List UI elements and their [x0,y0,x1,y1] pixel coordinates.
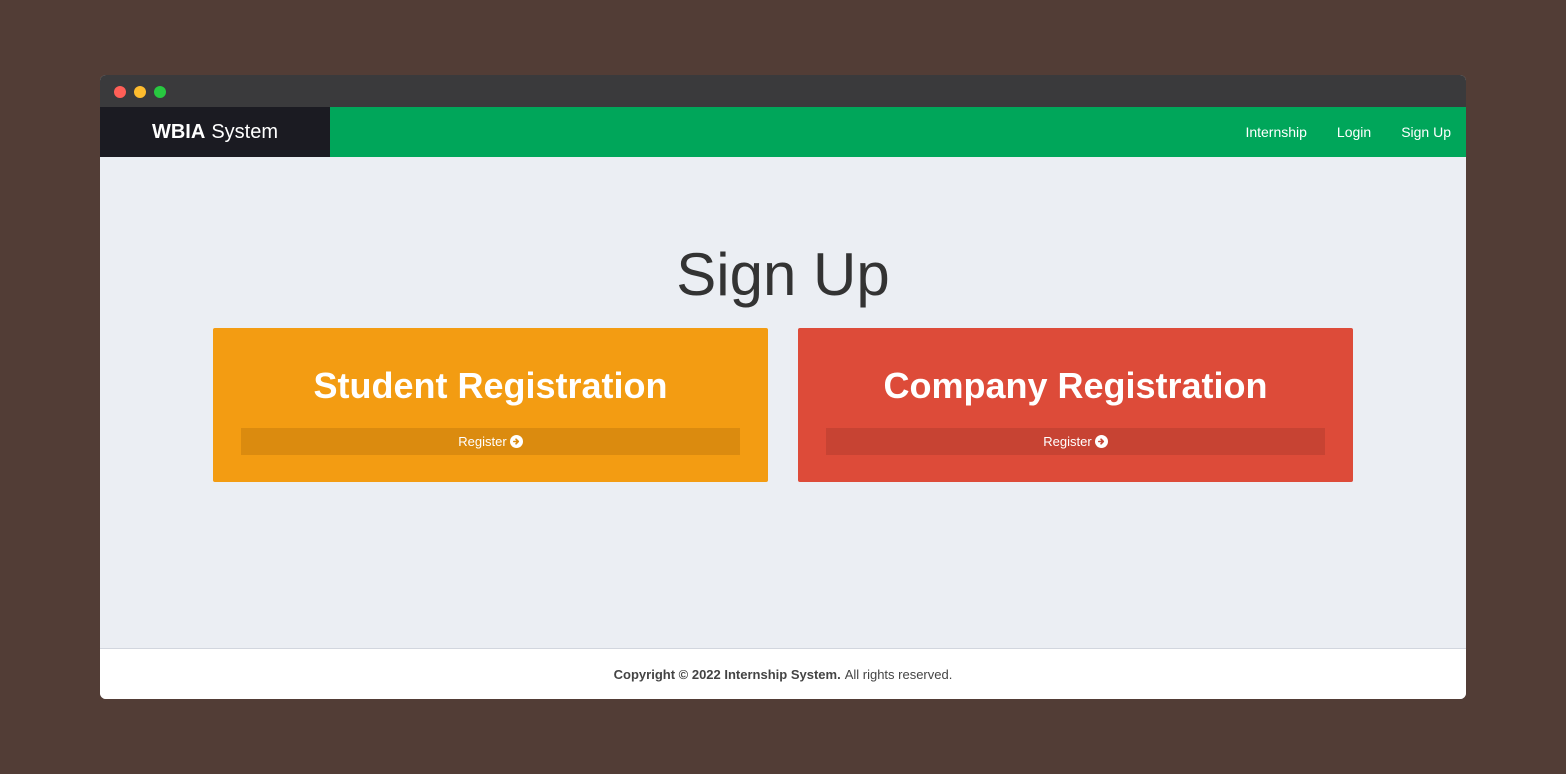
footer-rights: All rights reserved. [844,666,953,682]
arrow-circle-right-icon [509,435,523,448]
company-registration-title: Company Registration [883,365,1268,406]
browser-window: WBIA System Internship Login Sign Up Sig… [100,75,1466,699]
nav-links: Internship Login Sign Up [330,107,1466,157]
company-register-label: Register [1043,434,1092,449]
main-content: Sign Up Student Registration Register Co… [100,157,1466,648]
footer-copyright: Copyright © 2022 Internship System. [613,666,841,682]
nav-link-sign-up[interactable]: Sign Up [1401,124,1451,140]
arrow-circle-right-icon [1094,435,1108,448]
page-footer: Copyright © 2022 Internship System. All … [100,648,1466,699]
student-registration-card: Student Registration Register [213,328,768,482]
page-title: Sign Up [676,241,890,308]
close-window-button[interactable] [114,86,126,98]
company-register-button[interactable]: Register [826,428,1325,455]
nav-link-internship[interactable]: Internship [1245,124,1306,140]
student-register-button[interactable]: Register [241,428,740,455]
window-titlebar [100,75,1466,107]
company-registration-card: Company Registration Register [798,328,1353,482]
student-registration-title: Student Registration [313,365,668,406]
maximize-window-button[interactable] [154,86,166,98]
brand-logo[interactable]: WBIA System [100,107,330,157]
brand-bold-text: WBIA [151,120,206,143]
nav-link-login[interactable]: Login [1337,124,1371,140]
student-register-label: Register [458,434,507,449]
minimize-window-button[interactable] [134,86,146,98]
brand-light-text: System [211,120,278,143]
top-navbar: WBIA System Internship Login Sign Up [100,107,1466,157]
